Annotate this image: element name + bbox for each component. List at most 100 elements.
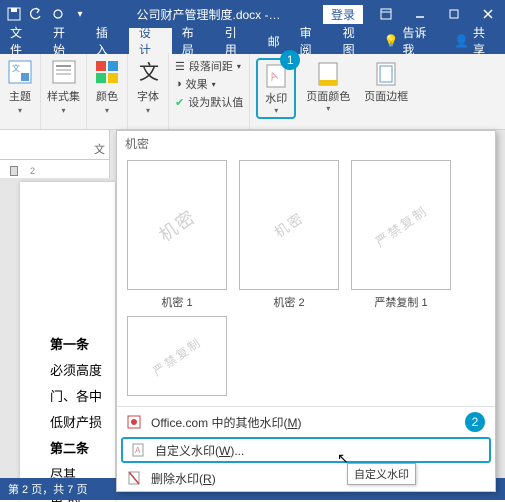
redo-icon[interactable] (50, 6, 66, 22)
themes-button[interactable]: 文 主题 ▾ (6, 58, 34, 115)
themes-icon: 文 (6, 58, 34, 86)
tab-file[interactable]: 文件 (0, 28, 43, 54)
ribbon-tabs: 文件 开始 插入 设计 布局 引用 邮 审阅 视图 💡 告诉我 👤 共享 (0, 28, 505, 54)
office-icon (125, 413, 143, 431)
office-more-watermarks[interactable]: Office.com 中的其他水印(M) 2 (117, 409, 495, 435)
tell-me[interactable]: 💡 告诉我 (376, 28, 444, 54)
tab-design[interactable]: 设计 (129, 28, 172, 54)
thumb-label: 严禁复制 1 (374, 294, 427, 310)
stylesets-icon (50, 58, 78, 86)
horizontal-ruler[interactable]: 2 (0, 160, 110, 178)
watermark-label: 水印 (265, 90, 287, 106)
tell-me-label: 告诉我 (402, 24, 436, 58)
remove-watermark-label: 删除水印 (151, 472, 199, 486)
check-icon: ✔ (175, 96, 184, 109)
set-default[interactable]: ✔ 设为默认值 (175, 94, 243, 110)
gallery-header: 机密 (117, 131, 495, 156)
group-fonts: 文 字体 ▾ (128, 54, 169, 129)
tab-view[interactable]: 视图 (333, 28, 376, 54)
effects-icon: ◑ (175, 78, 182, 90)
step-badge-1: 1 (280, 50, 300, 70)
custom-watermark-icon: A (129, 441, 147, 459)
watermark-gallery: 机密 机密 机密 1 机密 机密 2 严禁复制 严禁复制 1 严禁复制 Offi… (116, 130, 496, 492)
colors-button[interactable]: 颜色 ▾ (93, 58, 121, 115)
undo-icon[interactable] (28, 6, 44, 22)
qat-more-icon[interactable]: ▾ (72, 6, 88, 22)
thumb-wm-text: 机密 (270, 208, 308, 243)
set-default-label: 设为默认值 (188, 94, 243, 110)
body-text: 低财产损 (50, 410, 105, 436)
ruler-corner: 文 (0, 130, 110, 160)
stylesets-label: 样式集 (47, 88, 80, 104)
colors-label: 颜色 (96, 88, 118, 104)
fonts-label: 字体 (137, 88, 159, 104)
page-borders-label: 页面边框 (364, 88, 408, 104)
share-label: 共享 (473, 24, 495, 58)
document-title: 公司财产管理制度.docx -… (94, 6, 323, 23)
page-color-label: 页面颜色 (306, 88, 350, 104)
save-icon[interactable] (6, 6, 22, 22)
ribbon: 文 主题 ▾ 样式集 ▾ 颜色 ▾ 文 字体 ▾ ☰段落间距▾ ◑效果▾ ✔设为… (0, 54, 505, 130)
thumb-wm-text: 严禁复制 (149, 333, 205, 379)
clause2-heading: 第二条 (50, 441, 89, 456)
colors-icon (93, 58, 121, 86)
gallery-thumbs-row2: 严禁复制 (117, 312, 495, 404)
page-color-button[interactable]: 页面颜色 ▾ (302, 58, 354, 115)
thumb-wm-text: 机密 (153, 203, 201, 247)
remove-watermark[interactable]: 删除水印(R) (117, 465, 495, 491)
group-themes: 文 主题 ▾ (0, 54, 41, 129)
maximize-icon[interactable] (437, 0, 471, 28)
watermark-thumb-2[interactable]: 机密 机密 2 (239, 160, 339, 310)
share-button[interactable]: 👤 共享 (444, 28, 505, 54)
share-icon: 👤 (454, 34, 469, 48)
watermark-button[interactable]: A 水印 ▾ 1 (256, 58, 296, 119)
thumb-label: 机密 2 (273, 294, 304, 310)
paragraph-spacing[interactable]: ☰段落间距▾ (175, 58, 243, 74)
quick-access-toolbar: ▾ (0, 6, 94, 22)
watermark-thumb-1[interactable]: 机密 机密 1 (127, 160, 227, 310)
document-page[interactable]: 第一条 必须高度 门、各中 低财产损 第二条 尽其用"的 物相符。 第三条 定的… (20, 182, 115, 502)
tooltip: 自定义水印 (347, 463, 416, 485)
page-color-icon (314, 60, 342, 88)
fonts-icon: 文 (134, 58, 162, 86)
themes-label: 主题 (9, 88, 31, 104)
cursor-icon: ↖ (337, 450, 349, 467)
clause1-heading: 第一条 (50, 337, 89, 352)
tab-layout[interactable]: 布局 (172, 28, 215, 54)
tab-references[interactable]: 引用 (215, 28, 258, 54)
office-more-label: Office.com 中的其他水印 (151, 416, 283, 430)
body-text: 门、各中 (50, 384, 105, 410)
group-formatting: ☰段落间距▾ ◑效果▾ ✔设为默认值 (169, 54, 250, 129)
svg-text:文: 文 (139, 61, 159, 84)
ribbon-options-icon[interactable] (369, 0, 403, 28)
page-borders-button[interactable]: 页面边框 (360, 58, 412, 106)
page-indicator[interactable]: 第 2 页，共 7 页 (8, 481, 87, 497)
stylesets-button[interactable]: 样式集 ▾ (47, 58, 80, 115)
effects[interactable]: ◑效果▾ (175, 76, 243, 92)
group-colors: 颜色 ▾ (87, 54, 128, 129)
custom-watermark[interactable]: A 自定义水印(W)... (121, 437, 491, 463)
login-button[interactable]: 登录 (323, 5, 363, 24)
svg-text:文: 文 (12, 63, 20, 73)
custom-watermark-label: 自定义水印 (155, 444, 215, 458)
body-text: 必须高度 (50, 358, 105, 384)
thumb-label: 机密 1 (161, 294, 192, 310)
tab-insert[interactable]: 插入 (86, 28, 129, 54)
watermark-thumb-4[interactable]: 严禁复制 (127, 316, 227, 396)
thumb-wm-text: 严禁复制 (371, 200, 431, 250)
group-page-background: A 水印 ▾ 1 页面颜色 ▾ 页面边框 (250, 54, 418, 129)
ruler-indent-marker[interactable] (10, 166, 18, 176)
svg-text:A: A (135, 446, 141, 455)
watermark-thumb-3[interactable]: 严禁复制 严禁复制 1 (351, 160, 451, 310)
remove-watermark-icon (125, 469, 143, 487)
para-space-icon: ☰ (175, 60, 185, 73)
effects-label: 效果 (186, 76, 208, 92)
tab-review[interactable]: 审阅 (290, 28, 333, 54)
fonts-button[interactable]: 文 字体 ▾ (134, 58, 162, 115)
tab-home[interactable]: 开始 (43, 28, 86, 54)
page-borders-icon (372, 60, 400, 88)
lightbulb-icon: 💡 (384, 34, 399, 48)
gallery-thumbs-row1: 机密 机密 1 机密 机密 2 严禁复制 严禁复制 1 (117, 156, 495, 312)
step-badge-2: 2 (465, 412, 485, 432)
para-space-label: 段落间距 (189, 58, 233, 74)
